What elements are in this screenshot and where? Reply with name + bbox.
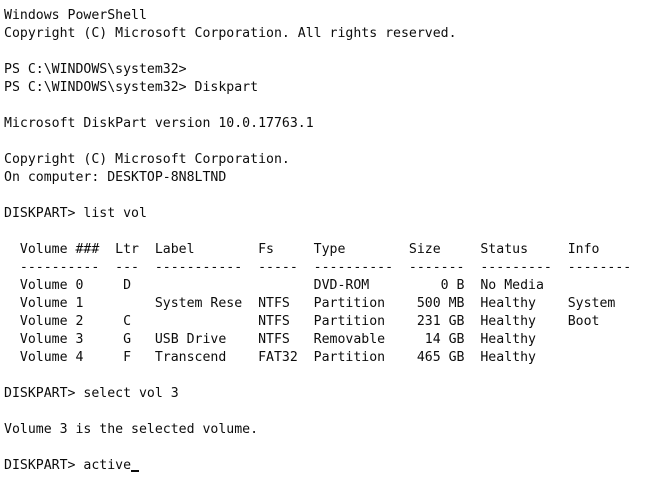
volume-row-1: Volume 1 System Rese NTFS Partition 500 …: [4, 296, 616, 311]
computer-name: On computer: DESKTOP-8N8LTND: [4, 170, 227, 185]
command-active-text: DISKPART> active: [4, 458, 132, 473]
command-list-vol: DISKPART> list vol: [4, 206, 147, 221]
volume-row-4: Volume 4 F Transcend FAT32 Partition 465…: [4, 350, 536, 365]
command-diskpart: PS C:\WINDOWS\system32> Diskpart: [4, 80, 259, 95]
prompt-line: PS C:\WINDOWS\system32>: [4, 62, 187, 77]
select-result: Volume 3 is the selected volume.: [4, 422, 259, 437]
banner-copyright: Copyright (C) Microsoft Corporation. All…: [4, 26, 457, 41]
text-cursor: [131, 470, 140, 472]
diskpart-copyright: Copyright (C) Microsoft Corporation.: [4, 152, 290, 167]
volume-row-0: Volume 0 D DVD-ROM 0 B No Media: [4, 278, 544, 293]
terminal-output[interactable]: Windows PowerShell Copyright (C) Microso…: [0, 0, 672, 485]
command-select-vol: DISKPART> select vol 3: [4, 386, 179, 401]
command-active[interactable]: DISKPART> active: [4, 457, 672, 475]
volume-row-2: Volume 2 C NTFS Partition 231 GB Healthy…: [4, 314, 600, 329]
volume-table-header: Volume ### Ltr Label Fs Type Size Status…: [4, 242, 600, 257]
volume-row-3: Volume 3 G USB Drive NTFS Removable 14 G…: [4, 332, 536, 347]
banner-title: Windows PowerShell: [4, 8, 147, 23]
volume-table-separator: ---------- --- ----------- ----- -------…: [4, 260, 632, 275]
diskpart-version: Microsoft DiskPart version 10.0.17763.1: [4, 116, 314, 131]
